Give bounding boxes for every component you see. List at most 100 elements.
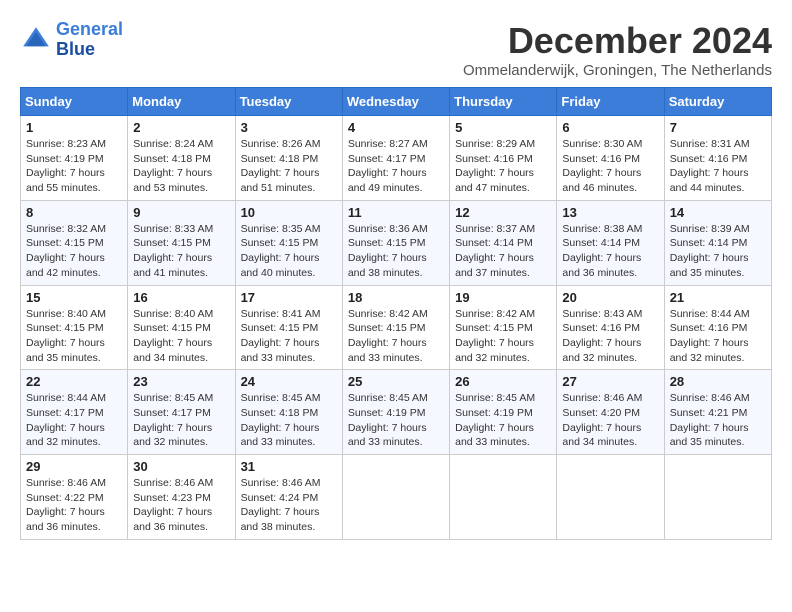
calendar-cell: 12 Sunrise: 8:37 AMSunset: 4:14 PMDaylig… — [450, 200, 557, 285]
day-info: Sunrise: 8:42 AMSunset: 4:15 PMDaylight:… — [348, 307, 444, 366]
day-info: Sunrise: 8:33 AMSunset: 4:15 PMDaylight:… — [133, 222, 229, 281]
day-number: 18 — [348, 290, 444, 305]
day-info: Sunrise: 8:46 AMSunset: 4:21 PMDaylight:… — [670, 391, 766, 450]
day-info: Sunrise: 8:30 AMSunset: 4:16 PMDaylight:… — [562, 137, 658, 196]
day-number: 22 — [26, 374, 122, 389]
day-info: Sunrise: 8:38 AMSunset: 4:14 PMDaylight:… — [562, 222, 658, 281]
calendar-week-3: 15 Sunrise: 8:40 AMSunset: 4:15 PMDaylig… — [21, 285, 772, 370]
location-subtitle: Ommelanderwijk, Groningen, The Netherlan… — [463, 62, 772, 79]
month-title: December 2024 — [463, 20, 772, 62]
day-info: Sunrise: 8:31 AMSunset: 4:16 PMDaylight:… — [670, 137, 766, 196]
calendar-week-1: 1 Sunrise: 8:23 AMSunset: 4:19 PMDayligh… — [21, 116, 772, 201]
calendar-cell: 28 Sunrise: 8:46 AMSunset: 4:21 PMDaylig… — [664, 370, 771, 455]
calendar-cell: 17 Sunrise: 8:41 AMSunset: 4:15 PMDaylig… — [235, 285, 342, 370]
day-number: 14 — [670, 205, 766, 220]
calendar-cell: 21 Sunrise: 8:44 AMSunset: 4:16 PMDaylig… — [664, 285, 771, 370]
day-number: 16 — [133, 290, 229, 305]
calendar-cell — [557, 455, 664, 540]
calendar-week-2: 8 Sunrise: 8:32 AMSunset: 4:15 PMDayligh… — [21, 200, 772, 285]
calendar-cell: 10 Sunrise: 8:35 AMSunset: 4:15 PMDaylig… — [235, 200, 342, 285]
day-number: 25 — [348, 374, 444, 389]
day-number: 9 — [133, 205, 229, 220]
day-info: Sunrise: 8:36 AMSunset: 4:15 PMDaylight:… — [348, 222, 444, 281]
calendar-cell: 19 Sunrise: 8:42 AMSunset: 4:15 PMDaylig… — [450, 285, 557, 370]
day-info: Sunrise: 8:24 AMSunset: 4:18 PMDaylight:… — [133, 137, 229, 196]
day-info: Sunrise: 8:37 AMSunset: 4:14 PMDaylight:… — [455, 222, 551, 281]
day-number: 21 — [670, 290, 766, 305]
day-info: Sunrise: 8:45 AMSunset: 4:19 PMDaylight:… — [348, 391, 444, 450]
day-info: Sunrise: 8:45 AMSunset: 4:18 PMDaylight:… — [241, 391, 337, 450]
header: General Blue December 2024 Ommelanderwij… — [20, 20, 772, 79]
day-info: Sunrise: 8:40 AMSunset: 4:15 PMDaylight:… — [133, 307, 229, 366]
calendar-cell — [342, 455, 449, 540]
calendar-cell: 1 Sunrise: 8:23 AMSunset: 4:19 PMDayligh… — [21, 116, 128, 201]
day-info: Sunrise: 8:27 AMSunset: 4:17 PMDaylight:… — [348, 137, 444, 196]
weekday-header-wednesday: Wednesday — [342, 88, 449, 116]
day-number: 6 — [562, 120, 658, 135]
day-info: Sunrise: 8:46 AMSunset: 4:22 PMDaylight:… — [26, 476, 122, 535]
calendar-cell — [664, 455, 771, 540]
day-number: 8 — [26, 205, 122, 220]
day-info: Sunrise: 8:45 AMSunset: 4:19 PMDaylight:… — [455, 391, 551, 450]
calendar-week-5: 29 Sunrise: 8:46 AMSunset: 4:22 PMDaylig… — [21, 455, 772, 540]
calendar-cell: 31 Sunrise: 8:46 AMSunset: 4:24 PMDaylig… — [235, 455, 342, 540]
day-info: Sunrise: 8:46 AMSunset: 4:23 PMDaylight:… — [133, 476, 229, 535]
day-info: Sunrise: 8:41 AMSunset: 4:15 PMDaylight:… — [241, 307, 337, 366]
day-number: 19 — [455, 290, 551, 305]
logo: General Blue — [20, 20, 123, 60]
day-info: Sunrise: 8:46 AMSunset: 4:24 PMDaylight:… — [241, 476, 337, 535]
day-number: 27 — [562, 374, 658, 389]
day-number: 11 — [348, 205, 444, 220]
day-number: 29 — [26, 459, 122, 474]
day-number: 20 — [562, 290, 658, 305]
calendar-cell: 16 Sunrise: 8:40 AMSunset: 4:15 PMDaylig… — [128, 285, 235, 370]
calendar-cell: 26 Sunrise: 8:45 AMSunset: 4:19 PMDaylig… — [450, 370, 557, 455]
day-number: 12 — [455, 205, 551, 220]
calendar-cell: 30 Sunrise: 8:46 AMSunset: 4:23 PMDaylig… — [128, 455, 235, 540]
calendar-cell: 25 Sunrise: 8:45 AMSunset: 4:19 PMDaylig… — [342, 370, 449, 455]
day-info: Sunrise: 8:32 AMSunset: 4:15 PMDaylight:… — [26, 222, 122, 281]
calendar-cell — [450, 455, 557, 540]
day-info: Sunrise: 8:26 AMSunset: 4:18 PMDaylight:… — [241, 137, 337, 196]
calendar-cell: 13 Sunrise: 8:38 AMSunset: 4:14 PMDaylig… — [557, 200, 664, 285]
title-block: December 2024 Ommelanderwijk, Groningen,… — [463, 20, 772, 79]
calendar-cell: 24 Sunrise: 8:45 AMSunset: 4:18 PMDaylig… — [235, 370, 342, 455]
calendar-cell: 7 Sunrise: 8:31 AMSunset: 4:16 PMDayligh… — [664, 116, 771, 201]
day-info: Sunrise: 8:45 AMSunset: 4:17 PMDaylight:… — [133, 391, 229, 450]
calendar-cell: 15 Sunrise: 8:40 AMSunset: 4:15 PMDaylig… — [21, 285, 128, 370]
weekday-header-friday: Friday — [557, 88, 664, 116]
calendar-cell: 8 Sunrise: 8:32 AMSunset: 4:15 PMDayligh… — [21, 200, 128, 285]
calendar-cell: 3 Sunrise: 8:26 AMSunset: 4:18 PMDayligh… — [235, 116, 342, 201]
day-info: Sunrise: 8:43 AMSunset: 4:16 PMDaylight:… — [562, 307, 658, 366]
weekday-header-saturday: Saturday — [664, 88, 771, 116]
logo-icon — [20, 24, 52, 56]
calendar-cell: 9 Sunrise: 8:33 AMSunset: 4:15 PMDayligh… — [128, 200, 235, 285]
day-info: Sunrise: 8:35 AMSunset: 4:15 PMDaylight:… — [241, 222, 337, 281]
calendar-cell: 23 Sunrise: 8:45 AMSunset: 4:17 PMDaylig… — [128, 370, 235, 455]
calendar-cell: 11 Sunrise: 8:36 AMSunset: 4:15 PMDaylig… — [342, 200, 449, 285]
day-info: Sunrise: 8:44 AMSunset: 4:16 PMDaylight:… — [670, 307, 766, 366]
day-number: 2 — [133, 120, 229, 135]
day-info: Sunrise: 8:46 AMSunset: 4:20 PMDaylight:… — [562, 391, 658, 450]
weekday-header-tuesday: Tuesday — [235, 88, 342, 116]
day-number: 13 — [562, 205, 658, 220]
day-info: Sunrise: 8:29 AMSunset: 4:16 PMDaylight:… — [455, 137, 551, 196]
calendar-cell: 2 Sunrise: 8:24 AMSunset: 4:18 PMDayligh… — [128, 116, 235, 201]
calendar-cell: 18 Sunrise: 8:42 AMSunset: 4:15 PMDaylig… — [342, 285, 449, 370]
weekday-header-sunday: Sunday — [21, 88, 128, 116]
day-number: 30 — [133, 459, 229, 474]
calendar-cell: 4 Sunrise: 8:27 AMSunset: 4:17 PMDayligh… — [342, 116, 449, 201]
calendar-cell: 5 Sunrise: 8:29 AMSunset: 4:16 PMDayligh… — [450, 116, 557, 201]
day-number: 1 — [26, 120, 122, 135]
logo-text: General Blue — [56, 20, 123, 60]
day-info: Sunrise: 8:39 AMSunset: 4:14 PMDaylight:… — [670, 222, 766, 281]
day-number: 5 — [455, 120, 551, 135]
day-number: 31 — [241, 459, 337, 474]
day-number: 28 — [670, 374, 766, 389]
calendar-cell: 20 Sunrise: 8:43 AMSunset: 4:16 PMDaylig… — [557, 285, 664, 370]
weekday-header-monday: Monday — [128, 88, 235, 116]
calendar-cell: 6 Sunrise: 8:30 AMSunset: 4:16 PMDayligh… — [557, 116, 664, 201]
day-number: 17 — [241, 290, 337, 305]
day-number: 10 — [241, 205, 337, 220]
day-info: Sunrise: 8:40 AMSunset: 4:15 PMDaylight:… — [26, 307, 122, 366]
